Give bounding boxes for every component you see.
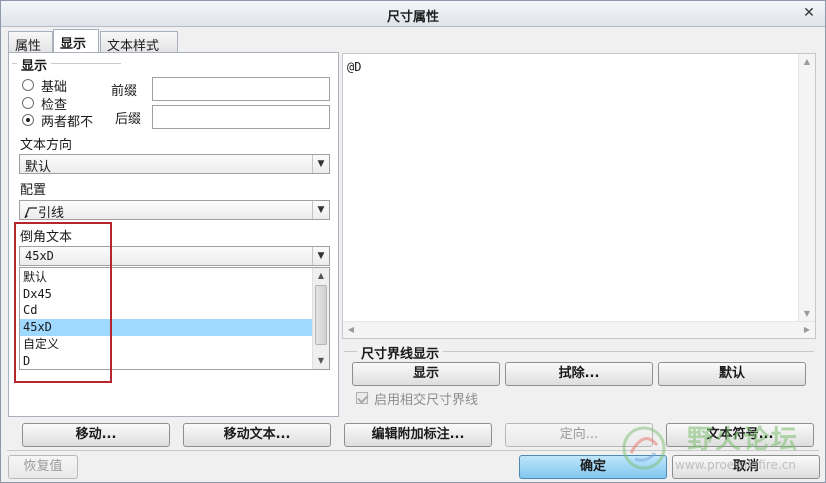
cancel-button[interactable]: 取消 xyxy=(672,455,820,479)
list-item-selected[interactable]: 45xD xyxy=(20,319,312,336)
scroll-up-icon[interactable]: ▲ xyxy=(799,54,815,70)
suffix-label: 后缀 xyxy=(115,112,142,127)
dimension-properties-dialog: 尺寸属性 ✕ 属性 显示 文本样式 显示 基础 检查 两者都不 前缀 后缀 文本… xyxy=(0,0,826,483)
radio-neither[interactable]: 两者都不 xyxy=(22,111,94,130)
chamfer-text-select[interactable]: 45xD ▼ xyxy=(19,246,330,266)
list-scrollbar[interactable]: ▲ ▼ xyxy=(312,268,329,369)
window-title: 尺寸属性 xyxy=(386,10,439,25)
tab-display[interactable]: 显示 xyxy=(53,29,99,53)
suffix-input[interactable] xyxy=(152,105,330,129)
text-direction-select[interactable]: 默认 ▼ xyxy=(19,154,330,175)
scroll-up-icon[interactable]: ▲ xyxy=(313,268,329,284)
horizontal-scrollbar[interactable]: ◀ ▶ xyxy=(343,321,815,338)
list-item[interactable]: Dx45 xyxy=(20,286,312,303)
radio-basic-label: 基础 xyxy=(41,79,68,95)
scroll-thumb[interactable] xyxy=(315,285,327,345)
leader-icon xyxy=(24,207,37,219)
list-item[interactable]: Cd xyxy=(20,302,312,319)
configuration-label: 配置 xyxy=(20,183,47,198)
witness-group-title: 尺寸界线显示 xyxy=(357,343,444,362)
dimension-text-content: @D xyxy=(347,60,362,74)
prefix-input[interactable] xyxy=(152,77,330,101)
scroll-left-icon[interactable]: ◀ xyxy=(343,322,359,338)
default-button[interactable]: 默认 xyxy=(658,362,806,386)
chevron-down-icon[interactable]: ▼ xyxy=(312,155,329,173)
close-icon[interactable]: ✕ xyxy=(801,5,817,21)
display-group-title: 显示 xyxy=(17,55,52,74)
checkbox-box[interactable] xyxy=(356,392,368,404)
list-item[interactable]: 默认 xyxy=(20,269,312,286)
move-text-button[interactable]: 移动文本... xyxy=(183,423,331,447)
vertical-scrollbar[interactable]: ▲ ▼ xyxy=(798,54,815,322)
prefix-label: 前缀 xyxy=(111,84,138,99)
radio-inspect-button[interactable] xyxy=(22,97,34,109)
checkbox-label: 启用相交尺寸界线 xyxy=(374,392,479,408)
move-button[interactable]: 移动... xyxy=(22,423,170,447)
edit-attachment-button[interactable]: 编辑附加标注... xyxy=(344,423,492,447)
scroll-right-icon[interactable]: ▶ xyxy=(799,322,815,338)
configuration-value-wrap: 引线 xyxy=(24,202,64,221)
radio-basic-button[interactable] xyxy=(22,79,34,91)
radio-inspect[interactable]: 检查 xyxy=(22,94,67,113)
ok-button[interactable]: 确定 xyxy=(519,455,667,479)
erase-button[interactable]: 拭除... xyxy=(505,362,653,386)
chevron-down-icon[interactable]: ▼ xyxy=(312,201,329,219)
text-direction-value: 默认 xyxy=(25,160,52,175)
text-symbol-button[interactable]: 文本符号... xyxy=(666,423,814,447)
list-item[interactable]: D xyxy=(20,353,312,369)
radio-neither-label: 两者都不 xyxy=(41,114,94,130)
configuration-select[interactable]: 引线 ▼ xyxy=(19,200,330,221)
text-direction-label: 文本方向 xyxy=(20,138,73,153)
intersecting-witness-checkbox[interactable]: 启用相交尺寸界线 xyxy=(356,390,479,408)
dimension-text-area[interactable]: @D ▲ ▼ ◀ ▶ xyxy=(342,53,816,339)
title-bar: 尺寸属性 ✕ xyxy=(1,1,825,27)
scroll-down-icon[interactable]: ▼ xyxy=(799,306,815,322)
radio-neither-button[interactable] xyxy=(22,114,34,126)
restore-values-button[interactable]: 恢复值 xyxy=(8,455,78,479)
tab-text-style[interactable]: 文本样式 xyxy=(100,31,178,54)
show-button[interactable]: 显示 xyxy=(352,362,500,386)
chamfer-text-value: 45xD xyxy=(25,249,54,263)
chevron-down-icon[interactable]: ▼ xyxy=(312,247,329,265)
footer-divider xyxy=(7,450,819,451)
chamfer-text-label: 倒角文本 xyxy=(20,230,73,245)
orient-button[interactable]: 定向... xyxy=(505,423,653,447)
radio-basic[interactable]: 基础 xyxy=(22,76,68,95)
tab-properties[interactable]: 属性 xyxy=(8,31,53,54)
list-item[interactable]: 自定义 xyxy=(20,336,312,353)
scroll-down-icon[interactable]: ▼ xyxy=(313,353,329,369)
chamfer-text-dropdown-list[interactable]: 默认 Dx45 Cd 45xD 自定义 D ▲ ▼ xyxy=(19,267,330,370)
configuration-value: 引线 xyxy=(38,206,65,221)
